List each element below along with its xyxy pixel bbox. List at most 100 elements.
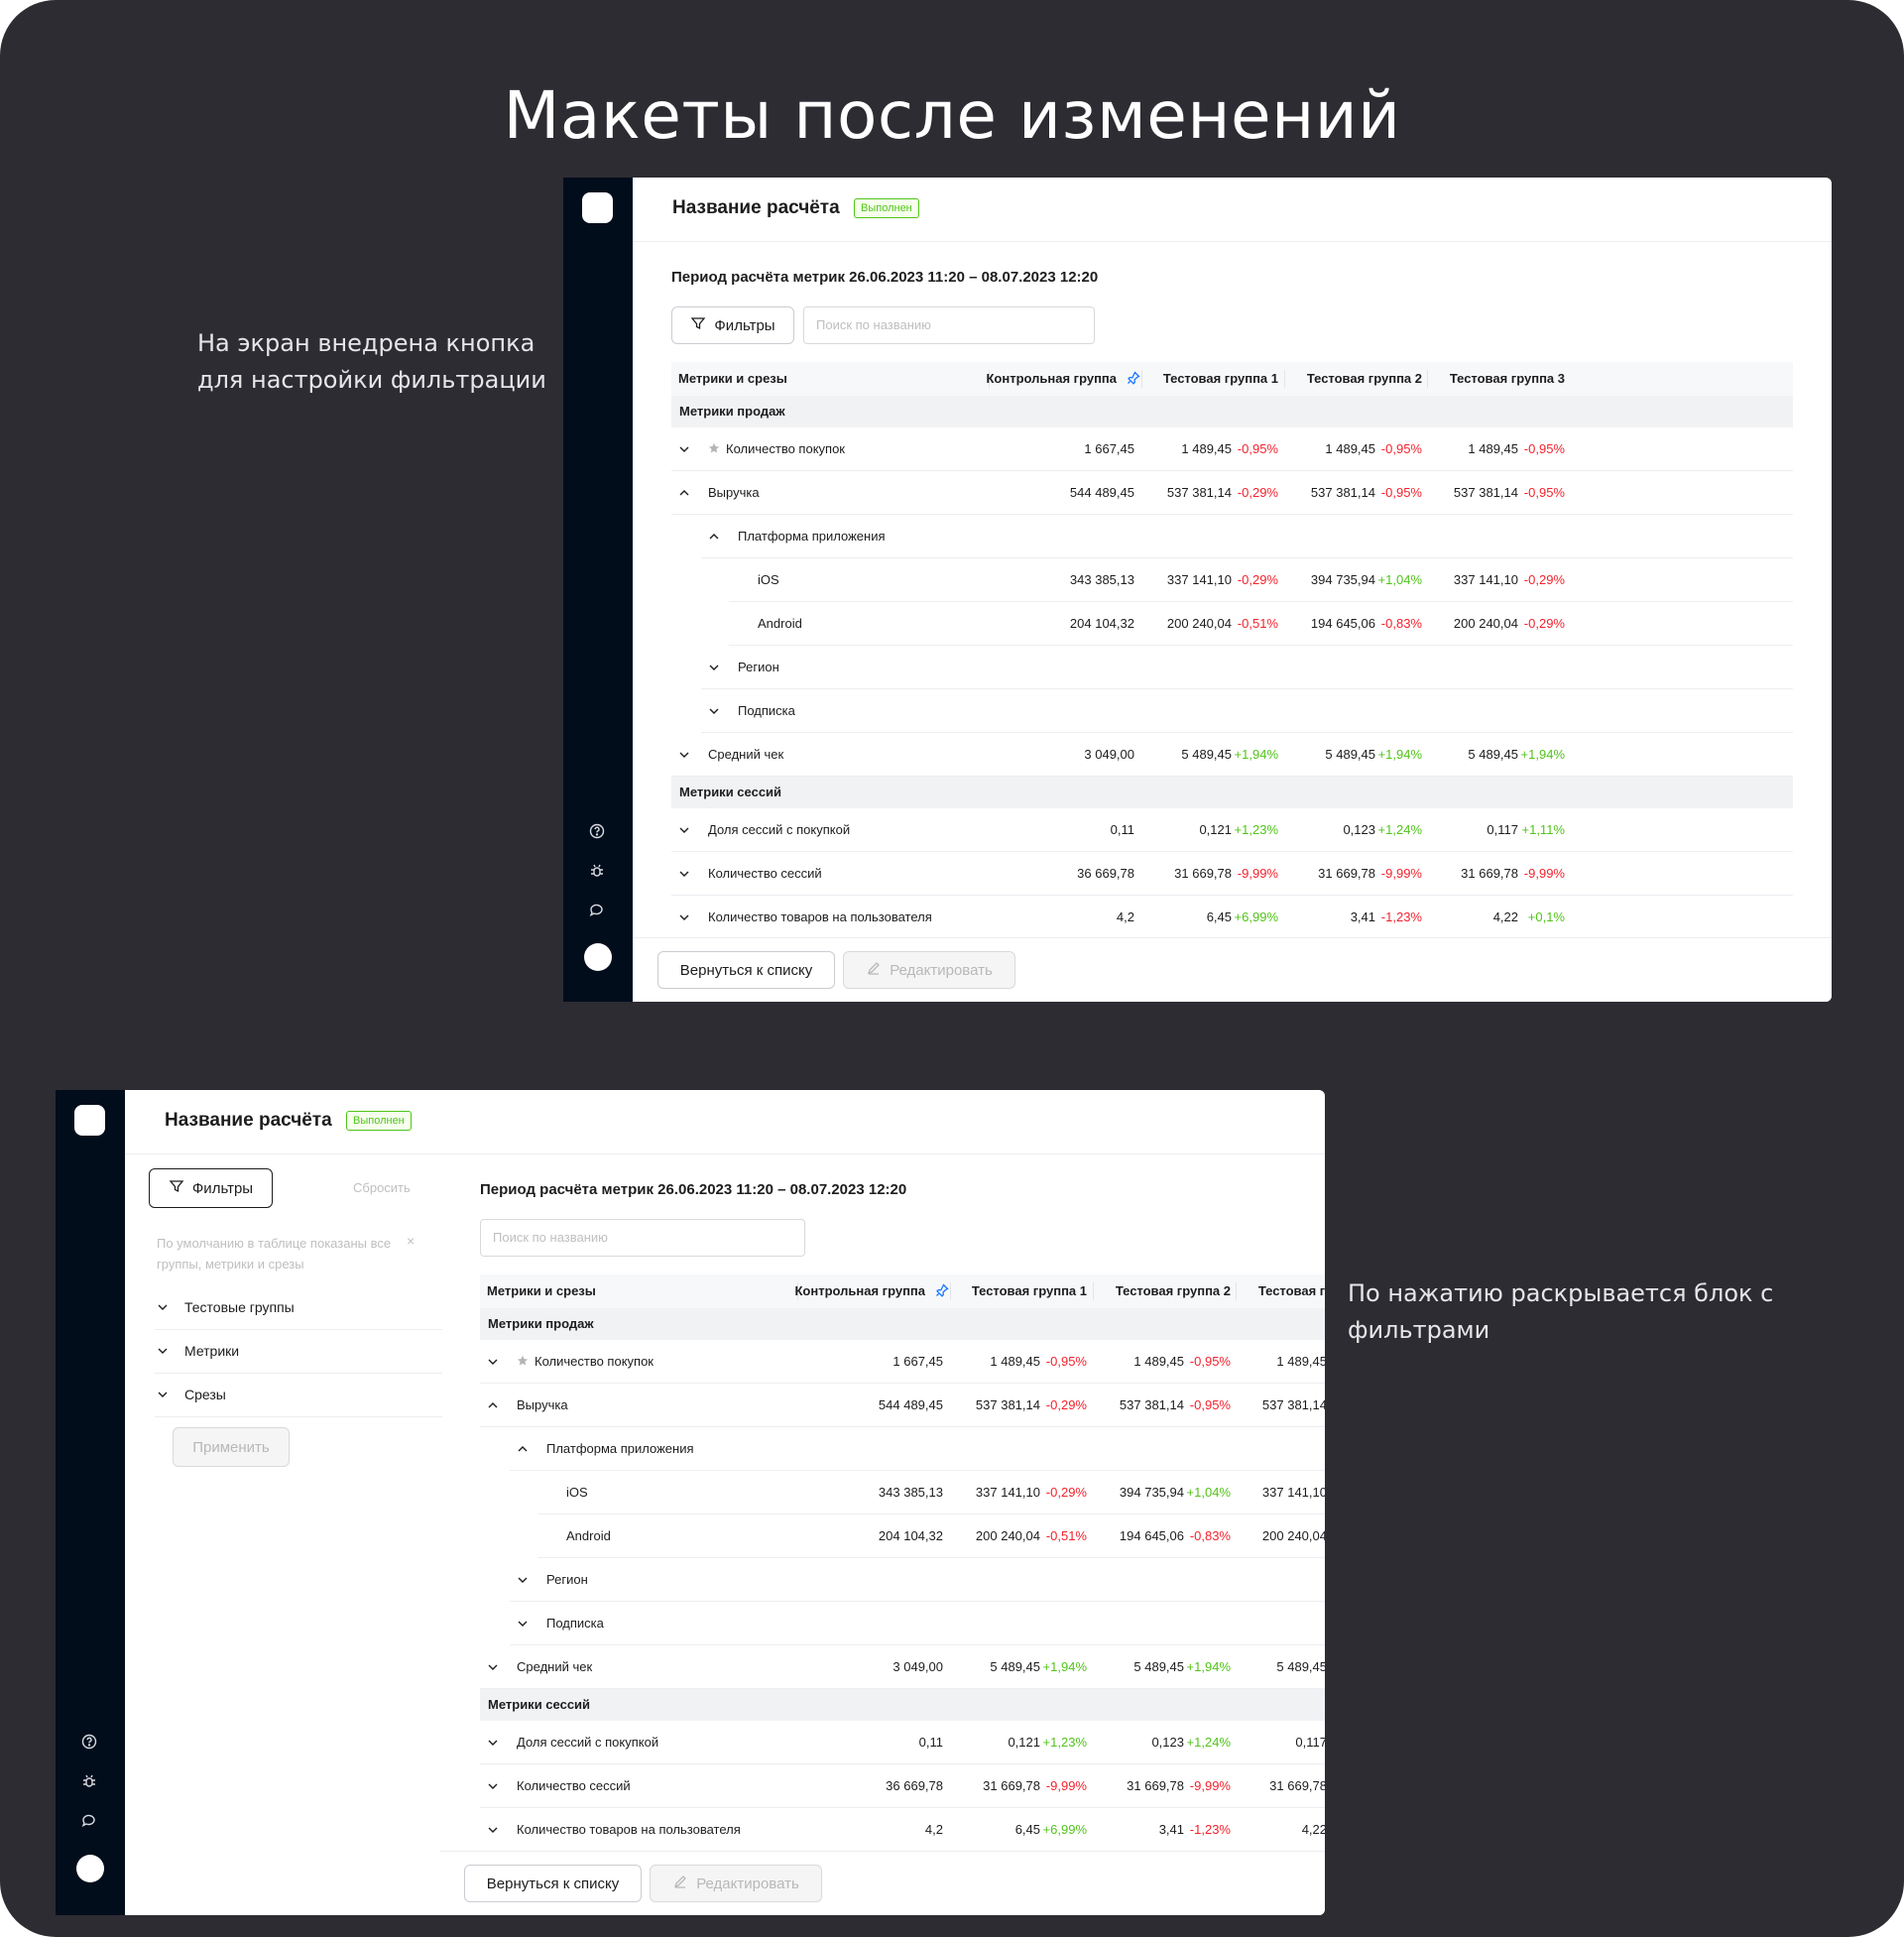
table-row[interactable]: Количество сессий 36 669,78 31 669,78 -9,99… xyxy=(480,1764,1325,1808)
page-title: Название расчёта xyxy=(165,1110,332,1131)
apply-button[interactable]: Применить xyxy=(173,1427,290,1467)
table-row[interactable]: Платформа приложения xyxy=(671,515,1793,558)
table-row[interactable]: Средний чек 3 049,00 5 489,45 +1,94% 5 489,4… xyxy=(480,1645,1325,1689)
filter-group-label: Тестовые группы xyxy=(184,1299,295,1315)
chevron-up-icon[interactable] xyxy=(517,1443,529,1455)
column-header-test-2[interactable]: Тестовая группа 2 xyxy=(1116,1274,1231,1308)
chevron-down-icon[interactable] xyxy=(487,1780,499,1792)
chevron-up-icon[interactable] xyxy=(487,1399,499,1411)
filter-group-1[interactable]: Тестовые группы xyxy=(155,1285,442,1330)
chevron-down-icon[interactable] xyxy=(487,1824,499,1836)
filter-group-label: Метрики xyxy=(184,1343,240,1359)
column-divider xyxy=(1236,1282,1237,1300)
chevron-down-icon[interactable] xyxy=(678,911,690,923)
filter-group-3[interactable]: Срезы xyxy=(155,1373,442,1417)
delta-g1: +1,23% xyxy=(1234,822,1278,837)
value-g3: 337 141,10 xyxy=(1261,1485,1325,1500)
table-row[interactable]: Доля сессий с покупкой 0,11 0,121 +1,23% 0,1… xyxy=(480,1721,1325,1764)
table-row[interactable]: Выручка 544 489,45 537 381,14 -0,29% 537 381… xyxy=(480,1384,1325,1427)
filters-button[interactable]: Фильтры xyxy=(671,306,794,344)
logo[interactable] xyxy=(582,192,613,223)
table-row[interactable]: Android 204 104,32 200 240,04 -0,51% 194 645… xyxy=(480,1514,1325,1558)
column-header-metrics[interactable]: Метрики и срезы xyxy=(678,362,787,396)
table-row[interactable]: Количество товаров на пользователя 4,2 6,4… xyxy=(480,1808,1325,1852)
back-to-list-button[interactable]: Вернуться к списку xyxy=(657,951,835,989)
chevron-down-icon[interactable] xyxy=(157,1301,169,1313)
edit-button[interactable]: Редактировать xyxy=(843,951,1015,989)
filters-button[interactable]: Фильтры xyxy=(149,1168,273,1208)
row-label: Доля сессий с покупкой xyxy=(708,808,850,852)
table-row[interactable]: Подписка xyxy=(480,1602,1325,1645)
close-hint-icon[interactable]: × xyxy=(407,1233,415,1249)
chevron-down-icon[interactable] xyxy=(708,662,720,673)
value-g2: 1 489,45 xyxy=(1325,441,1375,456)
header: Название расчёта Выполнен xyxy=(125,1090,1325,1154)
sidebar xyxy=(56,1090,125,1915)
chevron-up-icon[interactable] xyxy=(678,487,690,499)
chevron-down-icon[interactable] xyxy=(678,749,690,761)
reset-button[interactable]: Сбросить xyxy=(353,1180,411,1195)
chevron-down-icon[interactable] xyxy=(487,1356,499,1368)
chevron-down-icon[interactable] xyxy=(678,868,690,880)
chevron-down-icon[interactable] xyxy=(157,1389,169,1400)
search-input[interactable]: Поиск по названию xyxy=(803,306,1095,344)
section-header: Метрики сессий xyxy=(671,777,1793,808)
table-row[interactable]: Количество покупок 1 667,45 1 489,45 -0,95%… xyxy=(480,1340,1325,1384)
avatar[interactable] xyxy=(76,1855,104,1882)
table-row[interactable]: Количество покупок 1 667,45 1 489,45 -0,95%… xyxy=(671,427,1793,471)
star-icon[interactable] xyxy=(708,428,720,453)
filter-group-2[interactable]: Метрики xyxy=(155,1329,442,1374)
value-control: 1 667,45 xyxy=(1084,441,1134,456)
chevron-down-icon[interactable] xyxy=(517,1574,529,1586)
table-row[interactable]: Количество товаров на пользователя 4,2 6,4… xyxy=(671,896,1793,939)
chat-icon[interactable] xyxy=(80,1812,98,1830)
row-label: Выручка xyxy=(708,471,760,515)
edit-button[interactable]: Редактировать xyxy=(650,1865,822,1902)
star-icon[interactable] xyxy=(517,1341,529,1366)
bug-icon[interactable] xyxy=(80,1772,98,1790)
sidebar xyxy=(563,178,633,1002)
delta-g1: -0,95% xyxy=(1237,441,1278,456)
filter-hint: По умолчанию в таблице показаны все груп… xyxy=(157,1236,392,1271)
table-row[interactable]: Выручка 544 489,45 537 381,14 -0,29% 537 381… xyxy=(671,471,1793,515)
chevron-down-icon[interactable] xyxy=(157,1345,169,1357)
table-row[interactable]: Регион xyxy=(671,646,1793,689)
search-input[interactable]: Поиск по названию xyxy=(480,1219,805,1257)
chevron-down-icon[interactable] xyxy=(487,1737,499,1749)
chevron-down-icon[interactable] xyxy=(678,824,690,836)
bug-icon[interactable] xyxy=(588,862,606,880)
chevron-down-icon[interactable] xyxy=(487,1661,499,1673)
help-icon[interactable] xyxy=(588,822,606,840)
value-g2: 537 381,14 xyxy=(1310,485,1375,500)
column-divider xyxy=(1284,370,1285,388)
column-header-test-2[interactable]: Тестовая группа 2 xyxy=(1307,362,1422,396)
chevron-down-icon[interactable] xyxy=(517,1618,529,1630)
chat-icon[interactable] xyxy=(588,902,606,919)
value-control: 204 104,32 xyxy=(878,1528,943,1543)
chevron-down-icon[interactable] xyxy=(678,443,690,455)
table-row[interactable]: iOS 343 385,13 337 141,10 -0,29% 394 735,94 +… xyxy=(480,1471,1325,1514)
table-row[interactable]: Android 204 104,32 200 240,04 -0,51% 194 645… xyxy=(671,602,1793,646)
chevron-down-icon[interactable] xyxy=(708,705,720,717)
table-row[interactable]: iOS 343 385,13 337 141,10 -0,29% 394 735,94 +… xyxy=(671,558,1793,602)
column-header-metrics[interactable]: Метрики и срезы xyxy=(487,1274,596,1308)
table-row[interactable]: Количество сессий 36 669,78 31 669,78 -9,99… xyxy=(671,852,1793,896)
column-header-test-1[interactable]: Тестовая группа 1 xyxy=(972,1274,1087,1308)
chevron-up-icon[interactable] xyxy=(708,531,720,543)
table-row[interactable]: Платформа приложения xyxy=(480,1427,1325,1471)
table-row[interactable]: Средний чек 3 049,00 5 489,45 +1,94% 5 489,4… xyxy=(671,733,1793,777)
column-header-test-1[interactable]: Тестовая группа 1 xyxy=(1163,362,1278,396)
column-header-test-3[interactable]: Тестовая группа 3 xyxy=(1258,1274,1325,1308)
logo[interactable] xyxy=(74,1105,105,1136)
pin-icon[interactable] xyxy=(1127,364,1140,385)
table-row[interactable]: Регион xyxy=(480,1558,1325,1602)
table-row[interactable]: Подписка xyxy=(671,689,1793,733)
back-to-list-button[interactable]: Вернуться к списку xyxy=(464,1865,642,1902)
help-icon[interactable] xyxy=(80,1733,98,1751)
avatar[interactable] xyxy=(584,943,612,971)
column-header-test-3[interactable]: Тестовая группа 3 xyxy=(1450,362,1565,396)
table-row[interactable]: Доля сессий с покупкой 0,11 0,121 +1,23% 0,1… xyxy=(671,808,1793,852)
column-header-control[interactable]: Контрольная группа xyxy=(986,362,1140,396)
pin-icon[interactable] xyxy=(935,1276,949,1297)
column-header-control[interactable]: Контрольная группа xyxy=(794,1274,949,1308)
